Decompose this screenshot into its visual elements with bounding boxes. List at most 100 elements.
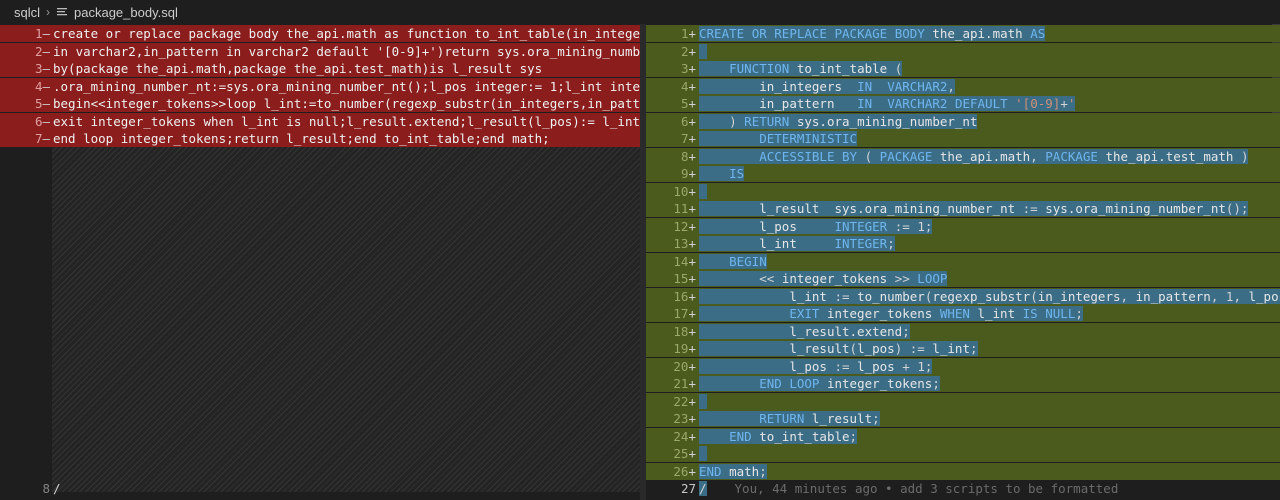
code-slash: /: [699, 481, 707, 496]
line-number-value: 8: [680, 148, 689, 164]
diff-added-line[interactable]: 11+ l_result sys.ora_mining_number_nt :=…: [646, 200, 1280, 217]
line-number: 8+: [646, 148, 696, 165]
diff-added-marker: +: [688, 218, 696, 234]
line-number: 5–: [0, 95, 50, 112]
diff-added-line[interactable]: 13+ l_int INTEGER;: [646, 235, 1280, 252]
code-text: RETURN l_result;: [699, 410, 880, 427]
line-number: 6+: [646, 113, 696, 130]
diff-added-line[interactable]: 22+: [646, 392, 1280, 410]
line-number-value: 24: [673, 428, 689, 444]
line-number-value: 4: [34, 78, 43, 94]
breadcrumb: sqlcl › package_body.sql: [0, 0, 1280, 24]
diff-added-line[interactable]: 3+ FUNCTION to_int_table (: [646, 60, 1280, 77]
editor-line-current[interactable]: 27/ You, 44 minutes ago • add 3 scripts t…: [646, 480, 1280, 497]
line-number-value: 20: [673, 358, 689, 374]
diff-added-marker: +: [688, 236, 696, 251]
diff-added-line[interactable]: 19+ l_result(l_pos) := l_int;: [646, 340, 1280, 357]
line-number: 12+: [646, 218, 696, 235]
diff-added-line[interactable]: 18+ l_result.extend;: [646, 322, 1280, 340]
diff-added-line[interactable]: 1+ CREATE OR REPLACE PACKAGE BODY the_api…: [646, 25, 1280, 42]
diff-removed-line[interactable]: 5– begin<<integer_tokens>>loop l_int:=to_…: [0, 95, 640, 112]
code-text: END math;: [699, 463, 767, 479]
diff-added-marker: +: [688, 61, 696, 76]
line-number-value: 27: [680, 481, 696, 496]
line-number: 3–: [0, 60, 50, 77]
diff-added-line[interactable]: 17+ EXIT integer_tokens WHEN l_int IS NU…: [646, 305, 1280, 322]
line-number: 9+: [646, 165, 696, 182]
diff-added-line[interactable]: 6+ ) RETURN sys.ora_mining_number_nt: [646, 112, 1280, 130]
line-number: 4+: [646, 78, 696, 95]
line-number-value: 7: [34, 131, 43, 146]
diff-removed-line[interactable]: 7– end loop integer_tokens;return l_resul…: [0, 130, 640, 147]
line-number: 20+: [646, 358, 696, 375]
diff-removed-marker: –: [42, 131, 50, 146]
code-text: ) RETURN sys.ora_mining_number_nt: [699, 113, 978, 130]
line-number-value: 25: [673, 446, 689, 461]
line-number: 27: [646, 480, 696, 497]
diff-added-line[interactable]: 21+ END LOOP integer_tokens;: [646, 375, 1280, 392]
line-number: 1–: [0, 25, 50, 42]
line-number: 18+: [646, 323, 696, 340]
diff-added-marker: +: [688, 306, 696, 321]
git-blame-annotation: You, 44 minutes ago • add 3 scripts to b…: [734, 481, 1119, 496]
diff-added-line[interactable]: 10+: [646, 182, 1280, 200]
diff-added-marker: +: [688, 113, 696, 129]
diff-added-line[interactable]: 23+ RETURN l_result;: [646, 410, 1280, 427]
diff-added-line[interactable]: 7+ DETERMINISTIC: [646, 130, 1280, 147]
diff-added-marker: +: [688, 271, 696, 286]
diff-added-line[interactable]: 2+: [646, 42, 1280, 60]
line-number-value: 12: [673, 218, 689, 234]
editor-line[interactable]: 8/: [0, 480, 640, 497]
diff-added-line[interactable]: 15+ << integer_tokens >> LOOP: [646, 270, 1280, 287]
line-number: 25+: [646, 445, 696, 462]
line-number-value: 6: [680, 113, 689, 129]
code-text: begin<<integer_tokens>>loop l_int:=to_nu…: [53, 96, 640, 111]
diff-added-line[interactable]: 12+ l_pos INTEGER := 1;: [646, 217, 1280, 235]
file-lines-icon: [57, 8, 68, 16]
diff-added-line[interactable]: 8+ ACCESSIBLE BY ( PACKAGE the_api.math,…: [646, 147, 1280, 165]
line-number-value: 9: [680, 166, 689, 181]
diff-removed-line[interactable]: 2– in varchar2,in_pattern in varchar2 def…: [0, 42, 640, 60]
diff-removed-line[interactable]: 4– .ora_mining_number_nt:=sys.ora_mining_…: [0, 77, 640, 95]
diff-added-marker: +: [688, 96, 696, 111]
line-number: 10+: [646, 183, 696, 200]
breadcrumb-file[interactable]: package_body.sql: [74, 5, 178, 20]
diff-added-line[interactable]: 9+ IS: [646, 165, 1280, 182]
line-number-value: 26: [673, 463, 689, 479]
line-number: 7+: [646, 130, 696, 147]
chevron-right-icon: ›: [46, 5, 51, 19]
line-number-value: 22: [673, 393, 689, 409]
diff-added-line[interactable]: 25+: [646, 445, 1280, 462]
diff-added-line[interactable]: 24+ END to_int_table;: [646, 427, 1280, 445]
diff-removed-marker: –: [42, 96, 50, 111]
diff-original-pane[interactable]: 1– create or replace package body the_api…: [0, 24, 640, 500]
diff-removed-marker: –: [42, 78, 50, 94]
diff-added-line[interactable]: 4+ in_integers IN VARCHAR2,: [646, 77, 1280, 95]
diff-removed-line[interactable]: 6– exit integer_tokens when l_int is null…: [0, 112, 640, 130]
line-number-value: 19: [673, 341, 689, 356]
breadcrumb-folder[interactable]: sqlcl: [14, 5, 40, 20]
diff-added-line[interactable]: 26+ END math;: [646, 462, 1280, 480]
line-number: 7–: [0, 130, 50, 147]
diff-modified-pane[interactable]: 1+ CREATE OR REPLACE PACKAGE BODY the_api…: [646, 24, 1280, 500]
line-number-value: 8: [42, 481, 50, 496]
line-number: 2+: [646, 43, 696, 60]
diff-removed-line[interactable]: 1– create or replace package body the_api…: [0, 25, 640, 42]
diff-added-line[interactable]: 16+ l_int := to_number(regexp_substr(in_…: [646, 287, 1280, 305]
line-number: 3+: [646, 60, 696, 77]
line-number: 4–: [0, 78, 50, 95]
line-number-value: 4: [680, 78, 689, 94]
diff-added-line[interactable]: 20+ l_pos := l_pos + 1;: [646, 357, 1280, 375]
line-number: 13+: [646, 235, 696, 252]
diff-added-line[interactable]: 5+ in_pattern IN VARCHAR2 DEFAULT '[0-9]…: [646, 95, 1280, 112]
code-text: l_pos := l_pos + 1;: [699, 358, 933, 375]
line-number-value: 2: [34, 43, 43, 59]
code-text: l_result sys.ora_mining_number_nt := sys…: [699, 200, 1249, 217]
line-number: 16+: [646, 288, 696, 305]
diff-removed-line[interactable]: 3– by(package the_api.math,package the_ap…: [0, 60, 640, 77]
line-number-value: 6: [34, 113, 43, 129]
diff-added-line[interactable]: 14+ BEGIN: [646, 252, 1280, 270]
diff-added-marker: +: [688, 26, 696, 41]
line-number-value: 17: [673, 306, 689, 321]
line-number: 1+: [646, 25, 696, 42]
